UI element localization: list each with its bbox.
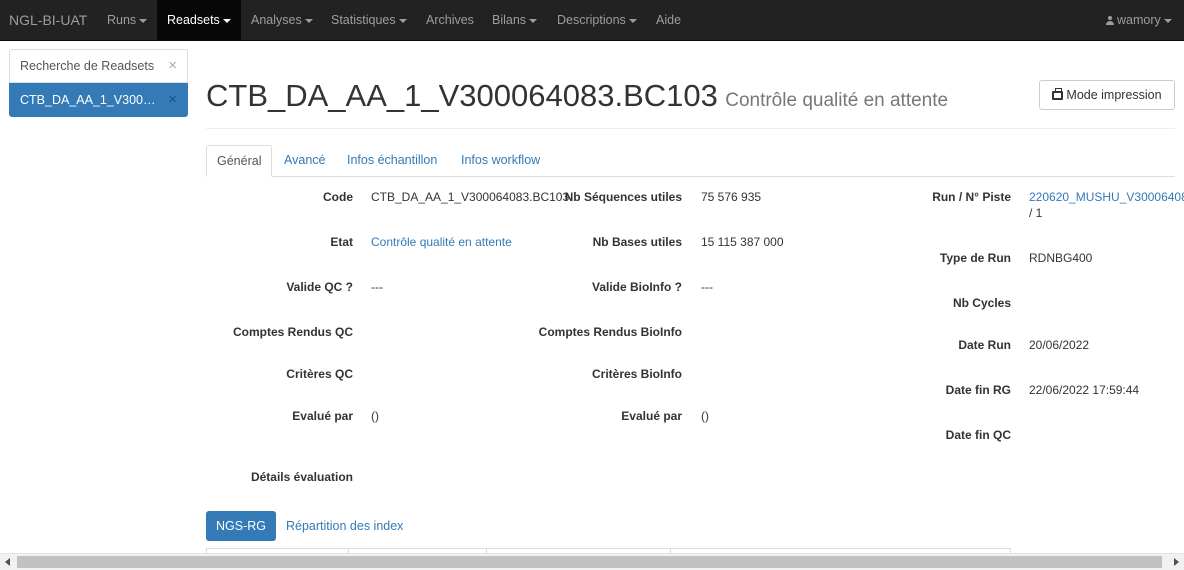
page-title: CTB_DA_AA_1_V300064083.BC103 Contrôle qu… [206,78,948,114]
pill-ngs-rg[interactable]: NGS-RG [206,511,276,541]
field-date-run-label: Date Run [958,338,1011,352]
nav-readsets-label: Readsets [167,13,220,27]
field-evalue-par-label: Evalué par [292,409,353,423]
horizontal-scrollbar[interactable] [0,553,1184,570]
header-divider [206,128,1175,129]
field-date-fin-qc-label: Date fin QC [945,428,1011,442]
nav-bilans[interactable]: Bilans [482,0,547,40]
field-valide-qc-value: --- [371,280,383,294]
scroll-right-arrow-icon[interactable] [1174,558,1179,566]
field-lane-value: / 1 [1029,206,1043,220]
nav-archives-label: Archives [426,13,474,27]
nav-bilans-label: Bilans [492,13,527,27]
nav-runs-label: Runs [107,13,137,27]
chevron-down-icon [398,18,407,23]
field-evalue-par-value: () [371,409,379,423]
page-title-status: Contrôle qualité en attente [725,90,949,111]
nav-analyses-label: Analyses [251,13,302,27]
page-title-main: CTB_DA_AA_1_V300064083.BC103 [206,78,718,113]
field-code-label: Code [323,190,353,204]
field-nb-bases-value: 15 115 387 000 [701,235,784,249]
nav-statistiques[interactable]: Statistiques [321,0,417,40]
field-nb-bases-label: Nb Bases utiles [592,235,682,249]
chevron-down-icon [628,18,637,23]
field-nb-cycles-label: Nb Cycles [952,296,1011,310]
chevron-down-icon [304,18,313,23]
field-run-link[interactable]: 220620_MUSHU_V300064083 [1029,190,1184,204]
nav-descriptions[interactable]: Descriptions [547,0,647,40]
user-name: wamory [1117,13,1161,27]
tab-avance[interactable]: Avancé [274,145,335,177]
scrollbar-thumb[interactable] [17,556,1162,568]
chevron-down-icon [1163,18,1172,23]
field-date-fin-rg-label: Date fin RG [945,383,1011,397]
field-etat-label: Etat [330,235,353,249]
field-nb-sequences-label: Nb Séquences utiles [564,190,682,204]
field-date-run-value: 20/06/2022 [1029,338,1090,352]
field-code-value: CTB_DA_AA_1_V300064083.BC103 [371,190,570,204]
chevron-down-icon [529,18,538,23]
nav-runs[interactable]: Runs [97,0,157,40]
brand-logo[interactable]: NGL-BI-UAT [9,0,87,40]
nav-archives[interactable]: Archives [416,0,484,40]
nav-aide[interactable]: Aide [646,0,691,40]
field-valide-bioinfo-label: Valide BioInfo ? [591,280,682,294]
field-type-run-label: Type de Run [939,251,1011,265]
pill-repartition-index[interactable]: Répartition des index [276,511,413,541]
field-criteres-bioinfo-label: Critères BioInfo [591,367,682,381]
field-comptes-qc-label: Comptes Rendus QC [232,325,353,339]
field-valide-bioinfo-value: --- [701,280,713,294]
field-run-label: Run / N° Piste [932,190,1011,204]
nav-aide-label: Aide [656,13,682,27]
field-etat-link[interactable]: Contrôle qualité en attente [371,235,512,249]
tab-infos-echantillon[interactable]: Infos échantillon [337,145,447,177]
close-icon[interactable]: × [168,50,177,82]
user-icon [1106,16,1114,25]
field-date-fin-rg-value: 22/06/2022 17:59:44 [1029,383,1140,397]
nav-readsets[interactable]: Readsets [157,0,241,40]
sidebar-tab-readset-label: CTB_DA_AA_1_V300064083.BC103 [20,93,162,107]
field-nb-sequences-value: 75 576 935 [701,190,762,204]
field-criteres-qc-label: Critères QC [286,367,353,381]
close-icon[interactable]: × [168,84,177,116]
printer-icon [1052,88,1064,100]
print-mode-label: Mode impression [1066,88,1162,102]
sidebar-tab-search-label: Recherche de Readsets [20,59,155,73]
sidebar-tab-readset[interactable]: CTB_DA_AA_1_V300064083.BC103 × [9,83,188,117]
scroll-left-arrow-icon[interactable] [5,558,10,566]
print-mode-button[interactable]: Mode impression [1039,80,1175,110]
nav-descriptions-label: Descriptions [557,13,626,27]
field-evalue-par-bioinfo-label: Evalué par [621,409,682,423]
field-comptes-bioinfo-label: Comptes Rendus BioInfo [538,325,682,339]
tab-infos-workflow[interactable]: Infos workflow [451,145,550,177]
chevron-down-icon [222,18,231,23]
user-menu[interactable]: wamory [1096,0,1182,40]
field-evalue-par-bioinfo-value: () [701,409,709,423]
chevron-down-icon [139,18,148,23]
top-navbar: NGL-BI-UAT Runs Readsets Analyses Statis… [0,0,1184,41]
field-valide-qc-label: Valide QC ? [286,280,353,294]
field-details-evaluation-label: Détails évaluation [250,470,353,484]
sidebar-tab-search[interactable]: Recherche de Readsets × [9,49,188,83]
field-type-run-value: RDNBG400 [1029,251,1093,265]
tab-general[interactable]: Général [206,145,273,177]
nav-analyses[interactable]: Analyses [241,0,323,40]
nav-statistiques-label: Statistiques [331,13,396,27]
